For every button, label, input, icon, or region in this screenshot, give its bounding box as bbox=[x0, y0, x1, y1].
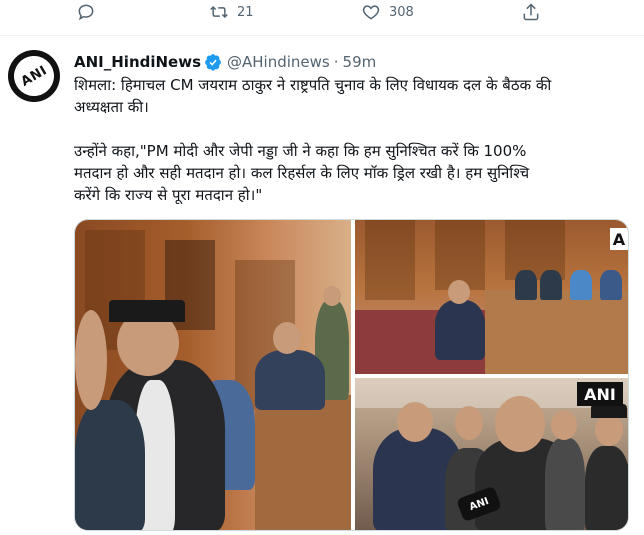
tweet-divider bbox=[0, 35, 644, 36]
tweet-text-line: शिमला: हिमाचल CM जयराम ठाकुर ने राष्ट्रप… bbox=[74, 76, 552, 94]
user-handle[interactable]: @AHindinews bbox=[227, 53, 330, 71]
retweet-button[interactable]: 21 bbox=[209, 2, 254, 22]
watermark-bottom: ANI bbox=[577, 382, 623, 406]
tweet-text-line: अध्यक्षता की। bbox=[74, 98, 149, 116]
tweet-text-line: करेंगे कि राज्य से पूरा मतदान हो।" bbox=[74, 186, 263, 204]
previous-tweet-action-bar: 21 308 bbox=[0, 0, 644, 34]
media-photo-1[interactable] bbox=[75, 220, 351, 530]
like-button[interactable]: 308 bbox=[361, 2, 414, 22]
reply-button[interactable] bbox=[76, 2, 104, 22]
like-count: 308 bbox=[389, 4, 414, 20]
avatar[interactable]: ANI bbox=[8, 50, 60, 102]
media-photo-2[interactable]: A bbox=[355, 220, 628, 374]
retweet-icon bbox=[210, 5, 228, 19]
display-name[interactable]: ANI_HindiNews bbox=[74, 53, 201, 71]
watermark-top: A bbox=[610, 228, 628, 250]
tweet-text-line: उन्होंने कहा,"PM मोदी और जेपी नड्डा जी न… bbox=[74, 142, 527, 160]
share-button[interactable] bbox=[521, 2, 549, 22]
avatar-label: ANI bbox=[18, 62, 50, 90]
reply-icon bbox=[78, 4, 94, 21]
tweet-text: शिमला: हिमाचल CM जयराम ठाकुर ने राष्ट्रप… bbox=[74, 74, 634, 206]
separator-dot: · bbox=[333, 53, 339, 71]
like-icon bbox=[362, 5, 380, 20]
media-photo-3[interactable]: ANI ANI bbox=[355, 378, 628, 530]
tweet-header: ANI_HindiNews @AHindinews · 59m bbox=[74, 52, 376, 72]
ani-logo-icon: ANI bbox=[8, 50, 60, 102]
tweet-text-line: मतदान हो और सही मतदान हो। कल रिहर्सल के … bbox=[74, 164, 530, 182]
share-icon bbox=[523, 3, 539, 21]
retweet-count: 21 bbox=[237, 4, 254, 20]
verified-badge-icon bbox=[205, 54, 221, 71]
tweet-media-grid: A ANI ANI bbox=[74, 219, 629, 531]
timestamp[interactable]: 59m bbox=[343, 53, 377, 71]
